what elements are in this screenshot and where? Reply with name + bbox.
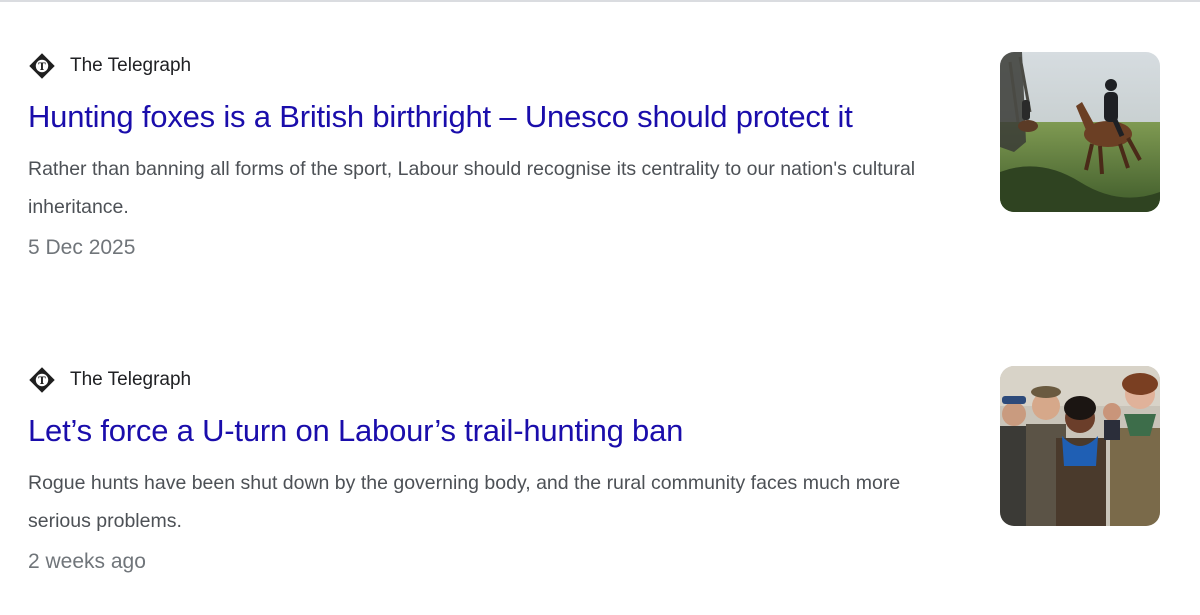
svg-text:T: T	[38, 376, 46, 387]
result-source[interactable]: T The Telegraph	[28, 366, 1160, 394]
result-headline-link[interactable]: Let’s force a U-turn on Labour’s trail-h…	[28, 409, 968, 453]
result-snippet: Rogue hunts have been shut down by the g…	[28, 472, 901, 532]
result-headline-link[interactable]: Hunting foxes is a British birthright – …	[28, 95, 968, 139]
result-date: 2 weeks ago	[28, 550, 146, 573]
telegraph-logo-icon: T	[28, 52, 56, 80]
rural-crowd-thumbnail[interactable]	[1000, 366, 1160, 526]
result-date: 5 Dec 2025	[28, 236, 136, 259]
top-divider	[0, 0, 1200, 2]
result-source[interactable]: T The Telegraph	[28, 52, 1160, 80]
result-snippet: Rather than banning all forms of the spo…	[28, 158, 916, 218]
hunt-riders-thumbnail[interactable]	[1000, 52, 1160, 212]
svg-text:T: T	[38, 62, 46, 73]
search-result: T The Telegraph Let’s force a U-turn on …	[28, 366, 1160, 577]
telegraph-logo-icon: T	[28, 366, 56, 394]
source-name: The Telegraph	[70, 55, 192, 76]
source-name: The Telegraph	[70, 369, 192, 390]
search-result: T The Telegraph Hunting foxes is a Briti…	[28, 52, 1160, 263]
